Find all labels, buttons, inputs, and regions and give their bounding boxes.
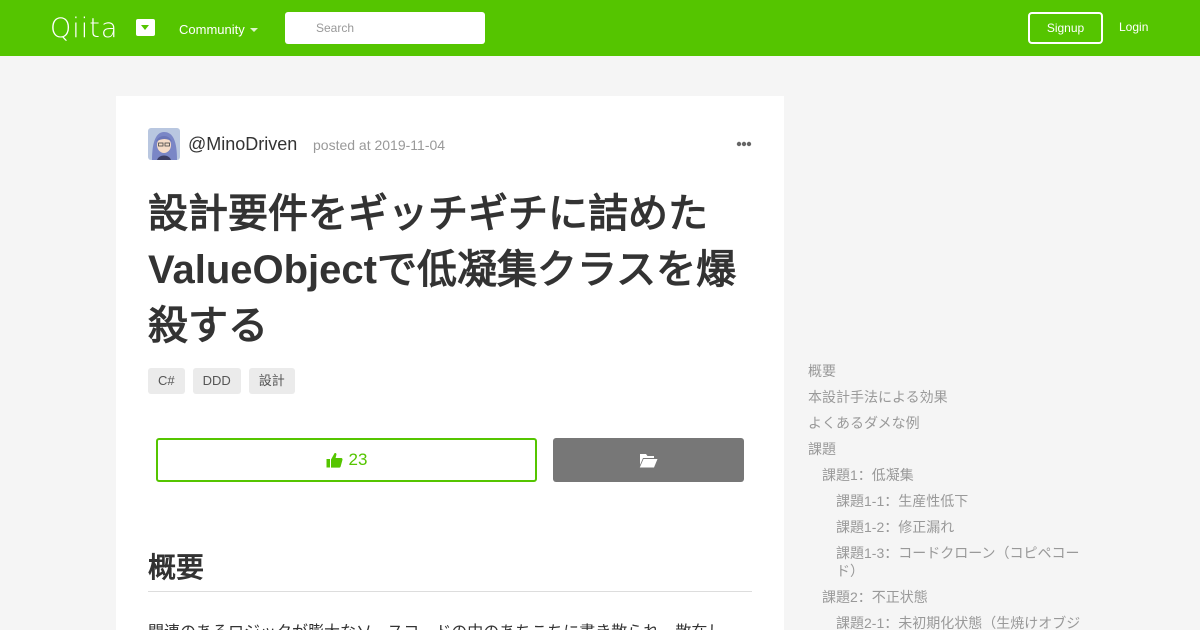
- author-avatar[interactable]: [148, 128, 180, 160]
- toc-item[interactable]: 課題2：不正状態: [808, 588, 1088, 606]
- top-navbar: Qiita Community Signup Login: [0, 0, 1200, 56]
- like-button[interactable]: 23: [156, 438, 537, 482]
- toc-item[interactable]: 課題1：低凝集: [808, 466, 1088, 484]
- toc-item[interactable]: 本設計手法による効果: [808, 388, 1088, 406]
- section-heading: 概要: [148, 546, 752, 592]
- tag-csharp[interactable]: C#: [148, 368, 185, 394]
- toc-item[interactable]: 課題1-2：修正漏れ: [808, 518, 1088, 536]
- more-options-icon[interactable]: [736, 141, 752, 147]
- toc-item[interactable]: 課題1-1：生産性低下: [808, 492, 1088, 510]
- article-title: 設計要件をギッチギチに詰めたValueObjectで低凝集クラスを爆殺する: [148, 192, 737, 348]
- login-link[interactable]: Login: [1119, 20, 1148, 34]
- chevron-down-icon: [250, 28, 258, 32]
- toc-item[interactable]: 概要: [808, 362, 1088, 380]
- qiita-logo[interactable]: Qiita: [50, 13, 118, 44]
- signup-button[interactable]: Signup: [1028, 12, 1103, 44]
- community-menu[interactable]: Community: [179, 22, 245, 37]
- stock-button[interactable]: [553, 438, 744, 482]
- tag-design[interactable]: 設計: [248, 368, 295, 394]
- toc-item[interactable]: 課題1-3：コードクローン（コピペコード）: [808, 544, 1088, 580]
- logo-dropdown-icon[interactable]: [136, 19, 155, 36]
- tag-list: C# DDD 設計: [148, 368, 295, 394]
- table-of-contents: 概要 本設計手法による効果 よくあるダメな例 課題 課題1：低凝集 課題1-1：…: [808, 362, 1088, 630]
- article-body-preview: 関連のあるロジックが膨大なソースコードの中のあちこちに書き散られ、散在し: [148, 618, 752, 630]
- author-name[interactable]: @MinoDriven: [188, 134, 297, 155]
- toc-item[interactable]: 課題2-1：未初期化状態（生焼けオブジェクト）: [808, 614, 1088, 630]
- like-count: 23: [348, 450, 368, 469]
- folder-open-icon: [639, 453, 658, 467]
- post-date: posted at 2019-11-04: [313, 137, 446, 153]
- tag-ddd[interactable]: DDD: [192, 368, 241, 394]
- thumbs-up-icon: [326, 452, 343, 468]
- toc-item[interactable]: よくあるダメな例: [808, 414, 1088, 432]
- search-input[interactable]: [285, 12, 485, 44]
- toc-item[interactable]: 課題: [808, 440, 1088, 458]
